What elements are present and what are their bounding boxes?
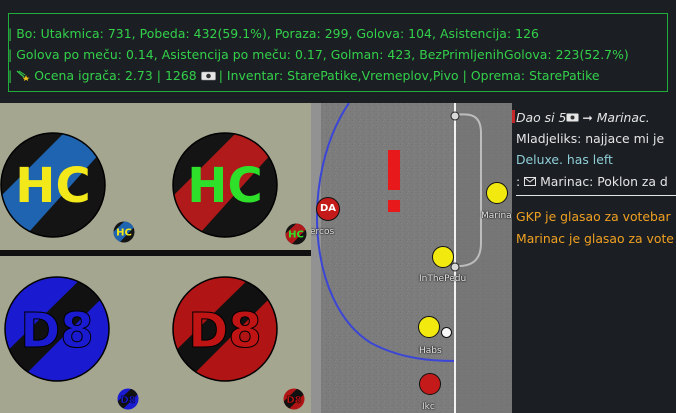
- hc-small-logo-red: HC: [285, 223, 307, 245]
- player-yellow-inthepedu[interactable]: [432, 246, 454, 268]
- svg-text:D8: D8: [188, 303, 261, 359]
- chat-gift-target: Marinac.: [592, 110, 650, 125]
- stats-line-games: | Bo: Utakmica: 731, Pobeda: 432(59.1%),…: [8, 26, 539, 41]
- player-red-ercos[interactable]: DA: [316, 197, 340, 221]
- chat-line-mladjeliks: Mladjeliks: najjace mi je: [516, 131, 665, 146]
- stats-right-border: [667, 14, 668, 91]
- player-red-ikc[interactable]: [419, 373, 441, 395]
- player-name-ikc: Ikc: [422, 402, 435, 412]
- svg-text:HC: HC: [187, 158, 262, 214]
- svg-text:D8: D8: [120, 395, 135, 406]
- chat-separator: [516, 195, 676, 196]
- stats-line-rating: | Ocena igrača: 2.73 | 1268 | Inventar: …: [8, 68, 600, 83]
- chat-private-text: Marinac: Poklon za d: [536, 174, 668, 189]
- hc-small-logo-blue: HC: [113, 221, 135, 243]
- right-arrow-icon: ➞: [582, 110, 593, 125]
- banknote-icon: [200, 69, 216, 81]
- game-field[interactable]: DA ercos Marinac InThePedu Habs Ikc: [311, 103, 517, 413]
- stats-line-goals: | Golova po meču: 0.14, Asistencija po m…: [8, 47, 629, 62]
- chat-gift-text: Dao si 5: [516, 110, 567, 125]
- svg-text:D8: D8: [20, 303, 93, 359]
- player-yellow-habs[interactable]: [418, 316, 440, 338]
- stats-line3-prefix: |: [8, 68, 17, 83]
- chat-private-prefix: :: [516, 174, 525, 189]
- shooting-star-icon: [16, 69, 30, 81]
- chat-line-vote-gkp: GKP je glasao za votebar: [516, 209, 671, 224]
- d8-small-logo-red: D8: [283, 388, 305, 410]
- chat-line-left: Deluxe. has left: [516, 152, 613, 167]
- team-logo-panel-hc: HC HC HC HC: [0, 103, 311, 253]
- hc-logo-blue: HC: [0, 132, 106, 238]
- stats-inventory-text: | Inventar: StarePatike,Vremeplov,Pivo |…: [214, 68, 600, 83]
- chat-line-private: : Marinac: Poklon za d: [516, 174, 668, 189]
- d8-logo-red: D8: [172, 276, 278, 382]
- player-name-ercos: ercos: [311, 227, 335, 237]
- svg-text:HC: HC: [288, 230, 304, 241]
- chat-line-vote-marinac: Marinac je glasao za vote: [516, 231, 674, 246]
- d8-logo-blue: D8: [4, 276, 110, 382]
- chat-marker: [512, 110, 515, 123]
- envelope-icon: [524, 174, 537, 186]
- player-name-inthepedu: InThePedu: [419, 274, 467, 284]
- svg-text:HC: HC: [116, 228, 132, 239]
- svg-text:HC: HC: [15, 158, 90, 214]
- hc-logo-red: HC: [172, 132, 278, 238]
- chat-log[interactable]: Dao si 5 ➞ Marinac. Mladjeliks: najjace m…: [512, 103, 676, 413]
- banknote-icon: [566, 110, 580, 122]
- player-stats-panel: | Bo: Utakmica: 731, Pobeda: 432(59.1%),…: [0, 0, 676, 103]
- stats-top-border: [8, 13, 668, 14]
- stats-bottom-border: [8, 91, 668, 92]
- player-name-habs: Habs: [419, 346, 442, 356]
- svg-text:D8: D8: [286, 395, 301, 406]
- field-surface: [311, 103, 517, 413]
- player-yellow-marinac[interactable]: [486, 182, 508, 204]
- d8-small-logo-blue: D8: [117, 388, 139, 410]
- player-avatar-text: DA: [319, 203, 337, 214]
- team-logo-panel-d8: D8 D8 D8 D8: [0, 256, 311, 413]
- stats-rating-text: Ocena igrača: 2.73 | 1268: [30, 68, 201, 83]
- ball: [441, 327, 452, 338]
- chat-line-gift: Dao si 5 ➞ Marinac.: [516, 110, 650, 125]
